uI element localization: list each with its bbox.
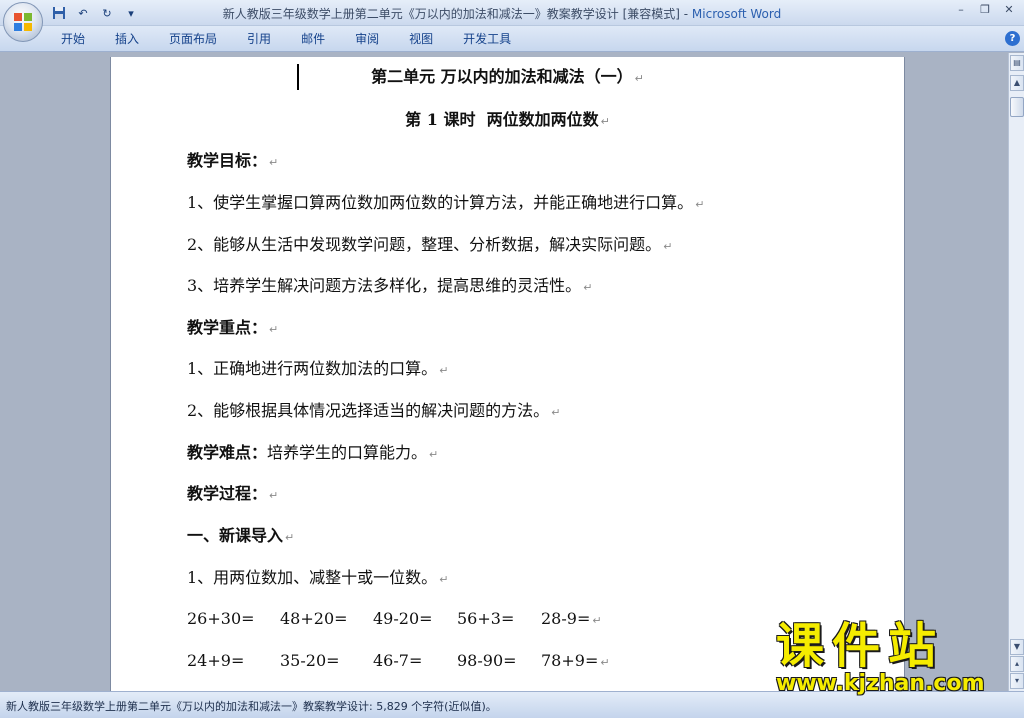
office-logo-icon (14, 13, 32, 31)
ribbon: 开始 插入 页面布局 引用 邮件 审阅 视图 开发工具 ? (0, 26, 1024, 52)
scroll-up-icon[interactable]: ▲ (1010, 75, 1024, 91)
difficulty-label: 教学难点： (187, 443, 268, 462)
tab-view[interactable]: 视图 (398, 31, 444, 47)
calc-expression: 24+9= (187, 651, 245, 670)
minimize-icon[interactable]: – (950, 2, 972, 18)
goal-item: 2、能够从生活中发现数学问题，整理、分析数据，解决实际问题。 ↵ (187, 235, 673, 254)
customize-qat-icon[interactable]: ▾ (122, 5, 140, 21)
undo-icon[interactable]: ↶ (74, 5, 92, 21)
tab-page-layout[interactable]: 页面布局 (158, 31, 228, 47)
document-workspace[interactable]: 第二单元 万以内的加法和减法（一） ↵ 第 1 课时 两位数加两位数 ↵ 教学目标：… (0, 53, 1008, 691)
tab-insert[interactable]: 插入 (104, 31, 150, 47)
calc-expression: 49-20= (373, 609, 433, 628)
status-text: 新人教版三年级数学上册第二单元《万以内的加法和减法一》教案教学设计: 5,829… (6, 700, 497, 713)
process-heading: 教学过程： ↵ (187, 484, 279, 503)
calc-expression: 28-9= ↵ (541, 609, 602, 628)
vertical-scrollbar[interactable]: ▤ ▲ ▼ ▴ ▾ (1008, 53, 1024, 691)
section-heading: 一、新课导入 ↵ (187, 526, 295, 545)
calc-expression: 26+30= (187, 609, 255, 628)
difficulty-line: 教学难点：培养学生的口算能力。 ↵ (187, 443, 439, 462)
calc-expression: 46-7= (373, 651, 423, 670)
key-point-item: 1、正确地进行两位数加法的口算。 ↵ (187, 359, 449, 378)
window-controls: – ❐ ✕ (950, 2, 1020, 18)
restore-icon[interactable]: ❐ (974, 2, 996, 18)
tab-review[interactable]: 审阅 (344, 31, 390, 47)
redo-icon[interactable]: ↻ (98, 5, 116, 21)
tab-references[interactable]: 引用 (236, 31, 282, 47)
calc-expression: 78+9= ↵ (541, 651, 610, 670)
help-icon[interactable]: ? (1005, 31, 1020, 46)
scrollbar-thumb[interactable] (1010, 97, 1024, 117)
calc-expression: 48+20= (280, 609, 348, 628)
goals-heading: 教学目标： ↵ (187, 151, 279, 170)
tab-mailings[interactable]: 邮件 (290, 31, 336, 47)
watermark-url: www.kjzhan.com (776, 671, 985, 696)
document-title: 第二单元 万以内的加法和减法（一） ↵ (371, 67, 644, 86)
close-icon[interactable]: ✕ (998, 2, 1020, 18)
goal-item: 1、使学生掌握口算两位数加两位数的计算方法，并能正确地进行口算。 ↵ (187, 193, 705, 212)
title-bar: ↶ ↻ ▾ 新人教版三年级数学上册第二单元《万以内的加法和减法一》教案教学设计 … (0, 0, 1024, 26)
calc-expression: 35-20= (280, 651, 340, 670)
ruler-toggle-icon[interactable]: ▤ (1010, 55, 1024, 71)
document-page[interactable]: 第二单元 万以内的加法和减法（一） ↵ 第 1 课时 两位数加两位数 ↵ 教学目标：… (110, 57, 905, 691)
calc-expression: 56+3= (457, 609, 515, 628)
quick-access-toolbar: ↶ ↻ ▾ (50, 4, 140, 22)
window-title-app: Microsoft Word (691, 7, 782, 21)
save-icon[interactable] (50, 5, 68, 21)
lesson-title: 第 1 课时 两位数加两位数 ↵ (405, 110, 610, 129)
ribbon-tabs: 开始 插入 页面布局 引用 邮件 审阅 视图 开发工具 (50, 31, 530, 47)
key-points-heading: 教学重点： ↵ (187, 318, 279, 337)
section-item: 1、用两位数加、减整十或一位数。 ↵ (187, 568, 449, 587)
office-button[interactable] (3, 2, 43, 42)
previous-page-icon[interactable]: ▴ (1010, 656, 1024, 672)
window-title: 新人教版三年级数学上册第二单元《万以内的加法和减法一》教案教学设计 [兼容模式]… (150, 5, 854, 22)
watermark: 课件站 www.kjzhan.com (770, 618, 1010, 696)
tab-home[interactable]: 开始 (50, 31, 96, 47)
watermark-title: 课件站 (776, 618, 945, 674)
tab-developer[interactable]: 开发工具 (452, 31, 522, 47)
window-title-doc: 新人教版三年级数学上册第二单元《万以内的加法和减法一》教案教学设计 [兼容模式]… (222, 7, 692, 21)
key-point-item: 2、能够根据具体情况选择适当的解决问题的方法。 ↵ (187, 401, 561, 420)
calc-expression: 98-90= (457, 651, 517, 670)
difficulty-text: 培养学生的口算能力。 (267, 443, 428, 462)
goal-item: 3、培养学生解决问题方法多样化，提高思维的灵活性。 ↵ (187, 276, 593, 295)
scroll-down-icon[interactable]: ▼ (1010, 639, 1024, 655)
next-page-icon[interactable]: ▾ (1010, 673, 1024, 689)
